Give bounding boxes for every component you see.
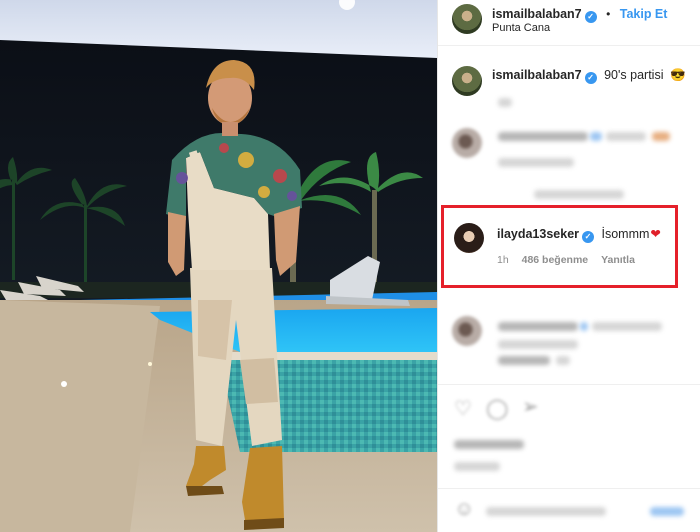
caption-text: 90's partisi xyxy=(604,68,664,82)
blurred-post-date xyxy=(454,462,500,471)
verified-badge-icon: ✓ xyxy=(584,11,597,23)
comment-icon[interactable]: ◯ xyxy=(486,396,508,421)
highlight-box xyxy=(441,205,678,288)
follow-button[interactable]: Takip Et xyxy=(620,7,668,21)
blurred-caption-meta xyxy=(498,98,512,107)
heart-icon[interactable]: ♡ xyxy=(454,396,472,421)
author-username[interactable]: ismailbalaban7 xyxy=(492,7,582,21)
blurred-avatar xyxy=(452,128,482,158)
post-comment-button[interactable] xyxy=(650,507,684,516)
share-icon[interactable]: ➢ xyxy=(522,394,539,419)
comment-input-divider xyxy=(438,488,700,489)
separator-dot: • xyxy=(606,7,611,21)
actions-divider xyxy=(438,384,700,385)
caption-avatar[interactable] xyxy=(452,66,482,96)
author-avatar[interactable] xyxy=(452,4,482,34)
caption-username[interactable]: ismailbalaban7 xyxy=(492,68,582,82)
header-divider xyxy=(438,45,700,46)
blurred-likes-count xyxy=(454,440,524,449)
blurred-avatar xyxy=(452,316,482,346)
add-comment-input[interactable] xyxy=(486,507,606,516)
verified-badge-icon: ✓ xyxy=(584,72,597,84)
post-photo xyxy=(0,0,437,532)
sunglasses-emoji-icon: 😎 xyxy=(669,68,686,82)
post-location[interactable]: Punta Cana xyxy=(492,22,550,34)
emoji-icon[interactable]: ☺ xyxy=(454,498,474,521)
